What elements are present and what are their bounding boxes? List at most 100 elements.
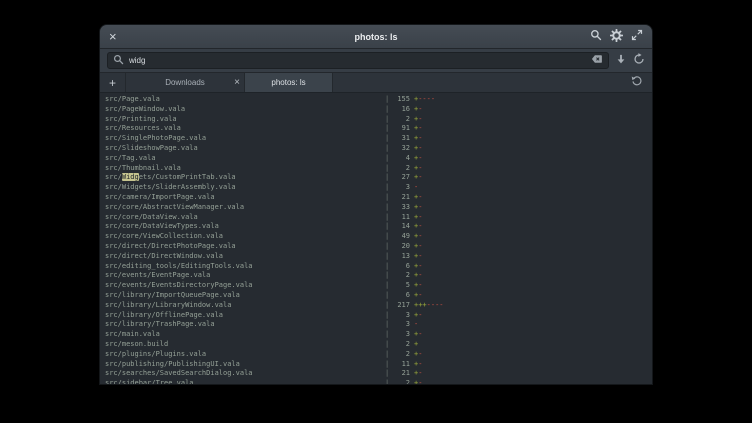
column-separator: | (385, 154, 392, 164)
arrow-down-icon (615, 53, 627, 68)
deletions-marks: ---- (418, 95, 435, 105)
column-separator: | (385, 311, 392, 321)
column-separator: | (385, 95, 392, 105)
search-input-value: widg (129, 56, 586, 65)
deletions-marks: - (418, 193, 422, 203)
deletions-marks: - (418, 350, 422, 360)
change-count: 2 (392, 115, 410, 125)
file-name: src/core/DataViewTypes.vala (105, 222, 385, 232)
deletions-marks: - (418, 124, 422, 134)
file-name: src/Page.vala (105, 95, 385, 105)
diff-stat-row: src/main.vala|3+- (105, 330, 652, 340)
terminal-content[interactable]: src/Page.vala|155+----src/PageWindow.val… (100, 93, 652, 384)
column-separator: | (385, 379, 392, 384)
deletions-marks: - (418, 144, 422, 154)
tab-downloads[interactable]: Downloads × (126, 73, 245, 92)
diff-stat-row: src/sidebar/Tree.vala|2+- (105, 379, 652, 384)
file-name: src/Widgets/CustomPrintTab.vala (105, 173, 385, 183)
tab-close-button[interactable]: × (234, 73, 240, 92)
column-separator: | (385, 115, 392, 125)
diff-stat-row: src/core/AbstractViewManager.vala|33+- (105, 203, 652, 213)
diff-stat-row: src/events/EventsDirectoryPage.vala|5+- (105, 281, 652, 291)
terminal-rows: src/Page.vala|155+----src/PageWindow.val… (105, 95, 652, 384)
diff-stat-row: src/direct/DirectWindow.vala|13+- (105, 252, 652, 262)
change-count: 32 (392, 144, 410, 154)
change-count: 3 (392, 330, 410, 340)
window-close-button[interactable]: × (100, 30, 126, 43)
change-count: 217 (392, 301, 410, 311)
diff-stat-row: src/Widgets/SliderAssembly.vala|3- (105, 183, 652, 193)
change-count: 11 (392, 213, 410, 223)
tab-label: photos: ls (271, 78, 305, 87)
change-count: 91 (392, 124, 410, 134)
change-count: 3 (392, 183, 410, 193)
column-separator: | (385, 330, 392, 340)
fullscreen-button[interactable] (631, 29, 643, 44)
column-separator: | (385, 193, 392, 203)
headerbar-actions (590, 29, 652, 45)
change-count: 21 (392, 369, 410, 379)
diff-stat-row: src/direct/DirectPhotoPage.vala|20+- (105, 242, 652, 252)
column-separator: | (385, 144, 392, 154)
settings-menu-button[interactable] (610, 29, 623, 45)
search-match-highlight: Widg (122, 173, 139, 181)
column-separator: | (385, 252, 392, 262)
column-separator: | (385, 281, 392, 291)
file-name: src/library/TrashPage.vala (105, 320, 385, 330)
deletions-marks: - (418, 360, 422, 370)
diff-stat-row: src/editing_tools/EditingTools.vala|6+- (105, 262, 652, 272)
file-name: src/camera/ImportPage.vala (105, 193, 385, 203)
column-separator: | (385, 203, 392, 213)
tab-photos-ls[interactable]: photos: ls (245, 73, 333, 92)
deletions-marks: - (418, 134, 422, 144)
change-count: 13 (392, 252, 410, 262)
search-toggle-button[interactable] (590, 29, 602, 44)
deletions-marks: - (418, 369, 422, 379)
deletions-marks: - (418, 271, 422, 281)
file-name: src/core/ViewCollection.vala (105, 232, 385, 242)
deletions-marks: - (418, 232, 422, 242)
diff-stat-row: src/library/OfflinePage.vala|3+- (105, 311, 652, 321)
change-count: 2 (392, 379, 410, 384)
file-name: src/direct/DirectPhotoPage.vala (105, 242, 385, 252)
search-wrap-button[interactable] (633, 53, 645, 68)
column-separator: | (385, 105, 392, 115)
change-count: 16 (392, 105, 410, 115)
cycle-arrows-icon (633, 53, 645, 68)
change-count: 20 (392, 242, 410, 252)
search-toolbar: widg (100, 49, 652, 73)
new-tab-button[interactable]: + (100, 73, 126, 92)
diff-stat-row: src/Resources.vala|91+- (105, 124, 652, 134)
change-count: 31 (392, 134, 410, 144)
clear-search-icon[interactable] (591, 52, 603, 70)
column-separator: | (385, 222, 392, 232)
file-name: src/searches/SavedSearchDialog.vala (105, 369, 385, 379)
history-undo-icon (631, 75, 643, 90)
deletions-marks: - (418, 173, 422, 183)
change-count: 6 (392, 291, 410, 301)
diff-stat-row: src/events/EventPage.vala|2+- (105, 271, 652, 281)
column-separator: | (385, 164, 392, 174)
gear-icon (610, 29, 623, 45)
find-next-button[interactable] (615, 53, 627, 68)
column-separator: | (385, 124, 392, 134)
change-count: 2 (392, 340, 410, 350)
deletions-marks: - (418, 262, 422, 272)
deletions-marks: - (418, 203, 422, 213)
column-separator: | (385, 320, 392, 330)
search-input[interactable]: widg (107, 52, 609, 69)
search-icon (590, 29, 602, 44)
column-separator: | (385, 369, 392, 379)
diff-stat-row: src/SlideshowPage.vala|32+- (105, 144, 652, 154)
diff-stat-row: src/publishing/PublishingUI.vala|11+- (105, 360, 652, 370)
deletions-marks: - (418, 105, 422, 115)
diff-stat-row: src/Page.vala|155+---- (105, 95, 652, 105)
file-name: src/editing_tools/EditingTools.vala (105, 262, 385, 272)
column-separator: | (385, 360, 392, 370)
history-button[interactable] (631, 75, 643, 90)
diff-stat-row: src/core/ViewCollection.vala|49+- (105, 232, 652, 242)
column-separator: | (385, 242, 392, 252)
deletions-marks: - (418, 311, 422, 321)
change-count: 3 (392, 311, 410, 321)
additions-marks: + (414, 340, 418, 350)
